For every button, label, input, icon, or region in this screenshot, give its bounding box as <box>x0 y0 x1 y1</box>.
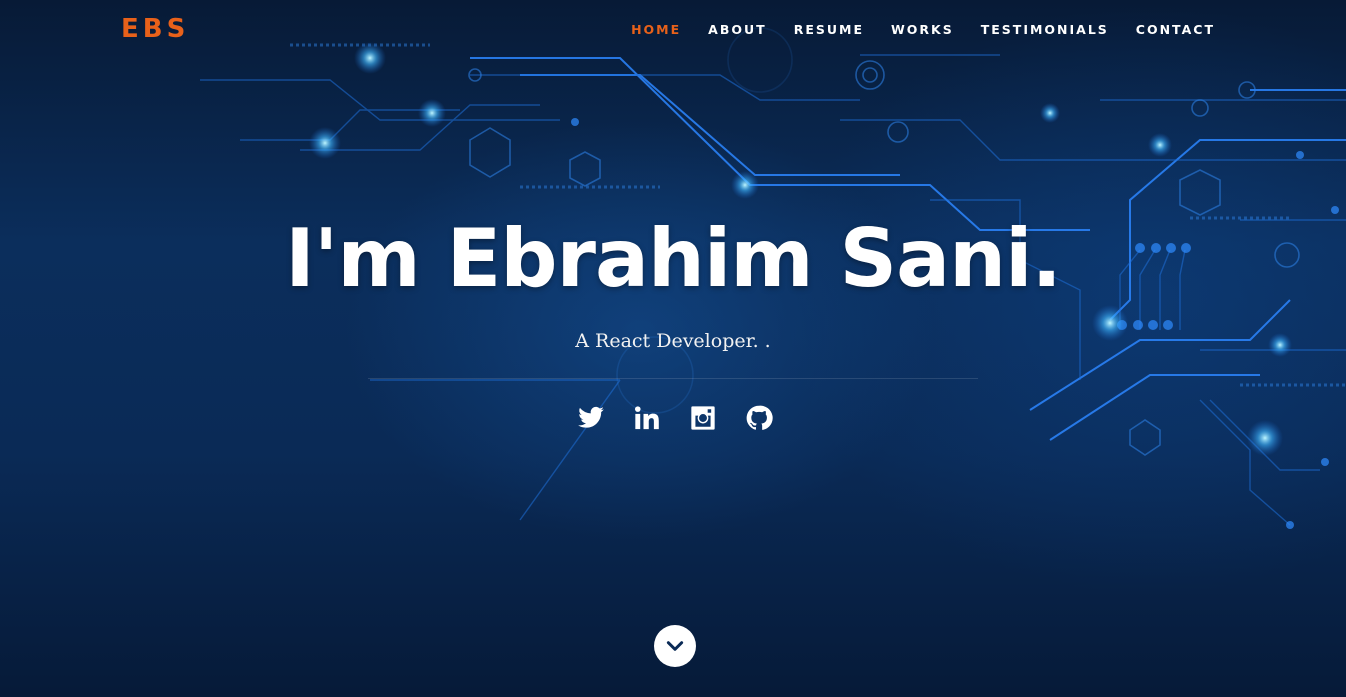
chevron-down-icon <box>666 641 684 651</box>
nav-item-resume[interactable]: RESUME <box>794 22 864 37</box>
twitter-link[interactable] <box>575 402 607 434</box>
social-links <box>575 402 799 434</box>
instagram-icon <box>691 406 715 430</box>
github-icon <box>746 405 773 430</box>
instagram-link[interactable] <box>687 402 719 434</box>
github-link[interactable] <box>743 402 775 434</box>
nav-item-works[interactable]: WORKS <box>891 22 954 37</box>
site-logo[interactable]: EBS <box>121 14 189 44</box>
hero-section: EBS HOME ABOUT RESUME WORKS TESTIMONIALS… <box>0 0 1346 697</box>
banner-divider <box>368 378 978 379</box>
scroll-down-button[interactable] <box>654 625 696 667</box>
linkedin-icon <box>634 406 659 430</box>
twitter-icon <box>578 406 604 428</box>
banner-headline: I'm Ebrahim Sani. <box>285 212 1062 305</box>
nav-item-about[interactable]: ABOUT <box>708 22 767 37</box>
banner-subtitle: A React Developer. . <box>575 330 771 352</box>
nav-item-contact[interactable]: CONTACT <box>1136 22 1215 37</box>
top-navigation: EBS HOME ABOUT RESUME WORKS TESTIMONIALS… <box>0 0 1346 62</box>
nav-menu: HOME ABOUT RESUME WORKS TESTIMONIALS CON… <box>604 22 1215 37</box>
linkedin-link[interactable] <box>631 402 663 434</box>
nav-item-testimonials[interactable]: TESTIMONIALS <box>981 22 1109 37</box>
nav-item-home[interactable]: HOME <box>631 22 681 37</box>
